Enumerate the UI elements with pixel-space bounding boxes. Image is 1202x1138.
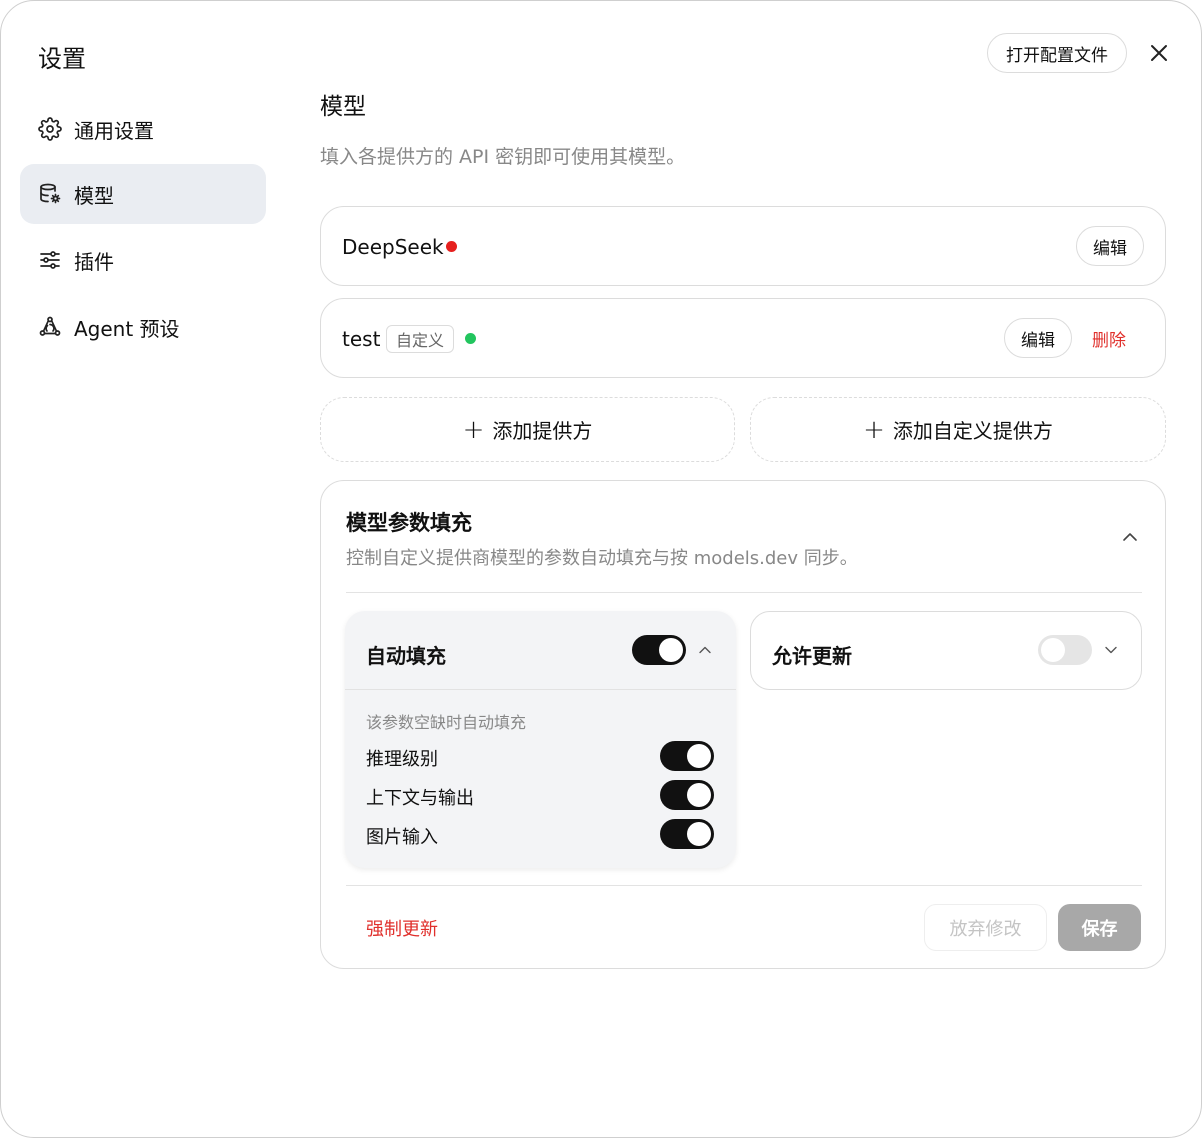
status-dot-ok — [465, 333, 476, 344]
sidebar-item-agent-presets[interactable]: Agent 预设 — [20, 297, 266, 357]
option-label: 推理级别 — [366, 749, 438, 770]
provider-card-test: test 自定义 编辑 删除 — [320, 298, 1166, 378]
allow-update-title: 允许更新 — [772, 644, 852, 668]
sidebar-item-label: 通用设置 — [74, 118, 154, 143]
edit-button[interactable]: 编辑 — [1004, 318, 1072, 358]
auto-fill-panel: 自动填充 该参数空缺时自动填充 推理级别 上下文与输出 图片输入 — [345, 611, 736, 868]
auto-fill-title: 自动填充 — [366, 644, 446, 668]
gear-icon — [38, 117, 62, 141]
sidebar-item-plugins[interactable]: 插件 — [20, 230, 266, 290]
option-label: 图片输入 — [366, 827, 438, 848]
divider — [345, 689, 736, 690]
divider — [346, 885, 1142, 886]
delete-button[interactable]: 删除 — [1092, 326, 1126, 351]
params-title: 模型参数填充 — [346, 511, 472, 535]
chevron-down-icon[interactable] — [1103, 642, 1119, 658]
provider-card-deepseek: DeepSeek 编辑 — [320, 206, 1166, 286]
open-config-file-button[interactable]: 打开配置文件 — [987, 33, 1127, 73]
save-button[interactable]: 保存 — [1058, 904, 1141, 951]
sidebar-item-models[interactable]: 模型 — [20, 164, 266, 224]
allow-update-toggle[interactable] — [1038, 635, 1092, 665]
divider — [346, 592, 1142, 593]
add-provider-label: 添加提供方 — [492, 419, 593, 443]
sliders-icon — [38, 248, 62, 272]
sidebar: 设置 通用设置 模型 插件 Agent 预设 — [1, 1, 291, 1137]
params-description: 控制自定义提供商模型的参数自动填充与按 models.dev 同步。 — [346, 548, 858, 569]
allow-update-panel[interactable]: 允许更新 — [750, 611, 1142, 690]
discard-changes-button[interactable]: 放弃修改 — [924, 904, 1047, 951]
auto-fill-toggle[interactable] — [632, 635, 686, 665]
add-custom-provider-button[interactable]: + 添加自定义提供方 — [750, 397, 1166, 462]
page-description: 填入各提供方的 API 密钥即可使用其模型。 — [320, 146, 686, 168]
add-provider-button[interactable]: + 添加提供方 — [320, 397, 735, 462]
close-icon — [1151, 45, 1167, 61]
auto-fill-header[interactable]: 自动填充 — [345, 611, 736, 690]
sidebar-item-label: 模型 — [74, 183, 114, 208]
sidebar-item-label: 插件 — [74, 249, 114, 274]
custom-tag: 自定义 — [386, 325, 455, 353]
image-input-toggle[interactable] — [660, 819, 714, 849]
dialog-title: 设置 — [38, 45, 86, 73]
add-custom-provider-label: 添加自定义提供方 — [892, 419, 1053, 443]
sidebar-item-label: Agent 预设 — [74, 316, 180, 341]
sidebar-item-general[interactable]: 通用设置 — [20, 99, 266, 159]
settings-dialog: 设置 通用设置 模型 插件 Agent 预设 打开配置文件 模型 填入各提供方的… — [0, 0, 1202, 1138]
agent-network-icon — [38, 315, 62, 339]
page-title: 模型 — [320, 94, 366, 120]
provider-name: DeepSeek — [342, 235, 444, 259]
plus-icon: + — [462, 414, 485, 445]
close-button[interactable] — [1145, 39, 1173, 67]
auto-fill-hint: 该参数空缺时自动填充 — [366, 713, 527, 732]
chevron-up-icon[interactable] — [697, 642, 713, 658]
force-update-button[interactable]: 强制更新 — [366, 915, 438, 941]
reasoning-level-toggle[interactable] — [660, 741, 714, 771]
database-gear-icon — [38, 182, 62, 206]
provider-name: test — [342, 327, 381, 351]
status-dot-error — [446, 241, 457, 252]
context-output-toggle[interactable] — [660, 780, 714, 810]
plus-icon: + — [863, 414, 885, 445]
model-params-card: 模型参数填充 控制自定义提供商模型的参数自动填充与按 models.dev 同步… — [320, 480, 1166, 969]
edit-button[interactable]: 编辑 — [1076, 226, 1144, 266]
chevron-up-icon[interactable] — [1120, 527, 1140, 547]
option-label: 上下文与输出 — [366, 788, 474, 809]
